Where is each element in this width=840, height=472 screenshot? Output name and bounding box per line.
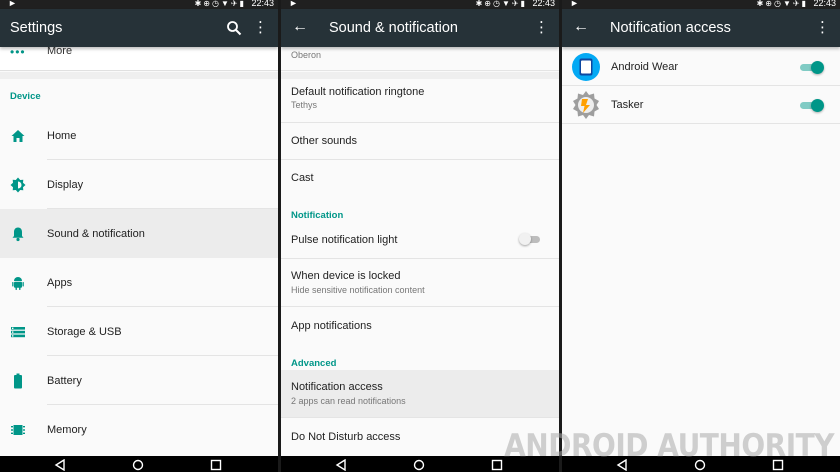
row-subtitle: Hide sensitive notification content <box>291 285 425 295</box>
page-title: Sound & notification <box>329 20 458 36</box>
back-nav-icon[interactable] <box>54 459 66 471</box>
row-subtitle: Tethys <box>291 100 318 110</box>
settings-toolbar: Settings ⋮ <box>0 9 278 47</box>
settings-item-home[interactable]: Home <box>0 111 278 160</box>
row-title: Other sounds <box>291 135 358 147</box>
page-title: Settings <box>10 20 63 36</box>
settings-item-label: Sound & notification <box>47 228 145 240</box>
status-time: 22:43 <box>813 0 836 8</box>
pulse-light-toggle[interactable] <box>519 233 541 245</box>
section-header-area <box>0 79 278 113</box>
brightness-icon <box>10 177 26 193</box>
settings-item-more[interactable]: ••• More <box>0 45 278 71</box>
notification-access-app-row[interactable]: Android Wear <box>562 48 840 86</box>
app-name: Tasker <box>611 99 644 111</box>
toggle-thumb <box>519 233 531 245</box>
status-icons: ✱⊕◷▼✈▮ <box>194 0 246 8</box>
settings-item-battery[interactable]: Battery <box>0 356 278 405</box>
tasker-icon <box>573 91 599 119</box>
app-notifications-row[interactable]: App notifications <box>281 307 559 347</box>
other-sounds-row[interactable]: Other sounds <box>281 123 559 160</box>
back-arrow-icon[interactable]: ← <box>573 18 589 36</box>
row-title: Notification access <box>291 381 383 393</box>
settings-item-label: Apps <box>47 277 73 289</box>
settings-item-storage-usb[interactable]: Storage & USB <box>0 307 278 356</box>
settings-item-display[interactable]: Display <box>0 160 278 209</box>
settings-item-label: Display <box>47 179 84 191</box>
android-wear-access-toggle[interactable] <box>800 61 824 74</box>
play-icon: ► <box>8 0 17 8</box>
notification-access-app-row[interactable]: Tasker <box>562 86 840 124</box>
toggle-thumb <box>811 61 824 74</box>
notification-access-panel: ► ✱⊕◷▼✈▮ 22:43 ← Notification access ⋮ A… <box>562 0 840 472</box>
recents-nav-icon[interactable] <box>491 459 503 471</box>
more-dots-icon: ••• <box>10 45 26 59</box>
status-bar: ► ✱⊕◷▼✈▮ 22:43 <box>0 0 278 9</box>
default-notification-ringtone-row[interactable]: Default notification ringtone Tethys <box>281 79 559 123</box>
overflow-menu-icon[interactable]: ⋮ <box>534 18 549 36</box>
recents-nav-icon[interactable] <box>210 459 222 471</box>
memory-chip-icon <box>11 425 25 435</box>
status-icons: ✱⊕◷▼✈▮ <box>756 0 808 8</box>
row-title: App notifications <box>291 320 372 332</box>
search-icon[interactable] <box>226 20 242 36</box>
status-time: 22:43 <box>251 0 274 8</box>
settings-item-label: Memory <box>47 424 87 436</box>
notification-access-row[interactable]: Notification access 2 apps can read noti… <box>281 370 559 418</box>
tasker-access-toggle[interactable] <box>800 99 824 112</box>
storage-icon <box>11 327 25 338</box>
notification-access-toolbar: ← Notification access ⋮ <box>562 9 840 47</box>
pulse-notification-light-row[interactable]: Pulse notification light <box>281 222 559 259</box>
android-wear-icon <box>572 53 600 81</box>
row-title: Cast <box>291 172 314 184</box>
section-header-notification: Notification <box>291 210 344 221</box>
home-nav-icon[interactable] <box>413 459 425 471</box>
row-title: Do Not Disturb access <box>291 431 401 443</box>
settings-item-memory[interactable]: Memory <box>0 405 278 454</box>
status-bar: ► ✱⊕◷▼✈▮ 22:43 <box>281 0 559 9</box>
back-arrow-icon[interactable]: ← <box>292 18 308 36</box>
ringtone-row-partial[interactable]: Oberon <box>281 47 559 71</box>
android-icon <box>12 277 24 290</box>
back-nav-icon[interactable] <box>335 459 347 471</box>
row-title: Default notification ringtone <box>291 86 425 98</box>
overflow-menu-icon[interactable]: ⋮ <box>253 18 268 36</box>
status-bar: ► ✱⊕◷▼✈▮ 22:43 <box>562 0 840 9</box>
settings-item-label: Storage & USB <box>47 326 122 338</box>
overflow-menu-icon[interactable]: ⋮ <box>815 18 830 36</box>
play-icon: ► <box>289 0 298 8</box>
section-gap <box>0 72 278 79</box>
play-icon: ► <box>570 0 579 8</box>
page-title: Notification access <box>610 20 731 36</box>
row-title: Pulse notification light <box>291 234 398 246</box>
home-nav-icon[interactable] <box>132 459 144 471</box>
ringtone-value: Oberon <box>291 50 322 60</box>
settings-item-label: Battery <box>47 375 82 387</box>
sound-notification-panel: ► ✱⊕◷▼✈▮ 22:43 ← Sound & notification ⋮ … <box>281 0 559 472</box>
section-gap <box>281 72 559 79</box>
status-time: 22:43 <box>532 0 555 8</box>
section-header-advanced: Advanced <box>291 358 337 369</box>
status-icons: ✱⊕◷▼✈▮ <box>475 0 527 8</box>
app-name: Android Wear <box>611 61 679 73</box>
cast-row[interactable]: Cast <box>281 160 559 197</box>
watermark: ANDROID AUTHORITY <box>504 427 834 464</box>
bell-icon <box>12 227 24 242</box>
settings-panel: ► ✱⊕◷▼✈▮ 22:43 Settings ⋮ ••• More Devic… <box>0 0 278 472</box>
section-header-device: Device <box>10 91 41 102</box>
home-icon <box>11 130 25 142</box>
when-device-locked-row[interactable]: When device is locked Hide sensitive not… <box>281 259 559 307</box>
row-title: When device is locked <box>291 270 401 282</box>
navigation-bar <box>0 456 278 472</box>
battery-icon <box>14 373 22 389</box>
sound-notification-toolbar: ← Sound & notification ⋮ <box>281 9 559 47</box>
settings-item-label: Home <box>47 130 77 142</box>
row-subtitle: 2 apps can read notifications <box>291 396 406 406</box>
toggle-thumb <box>811 99 824 112</box>
settings-item-sound-notification[interactable]: Sound & notification <box>0 209 278 258</box>
settings-item-apps[interactable]: Apps <box>0 258 278 307</box>
